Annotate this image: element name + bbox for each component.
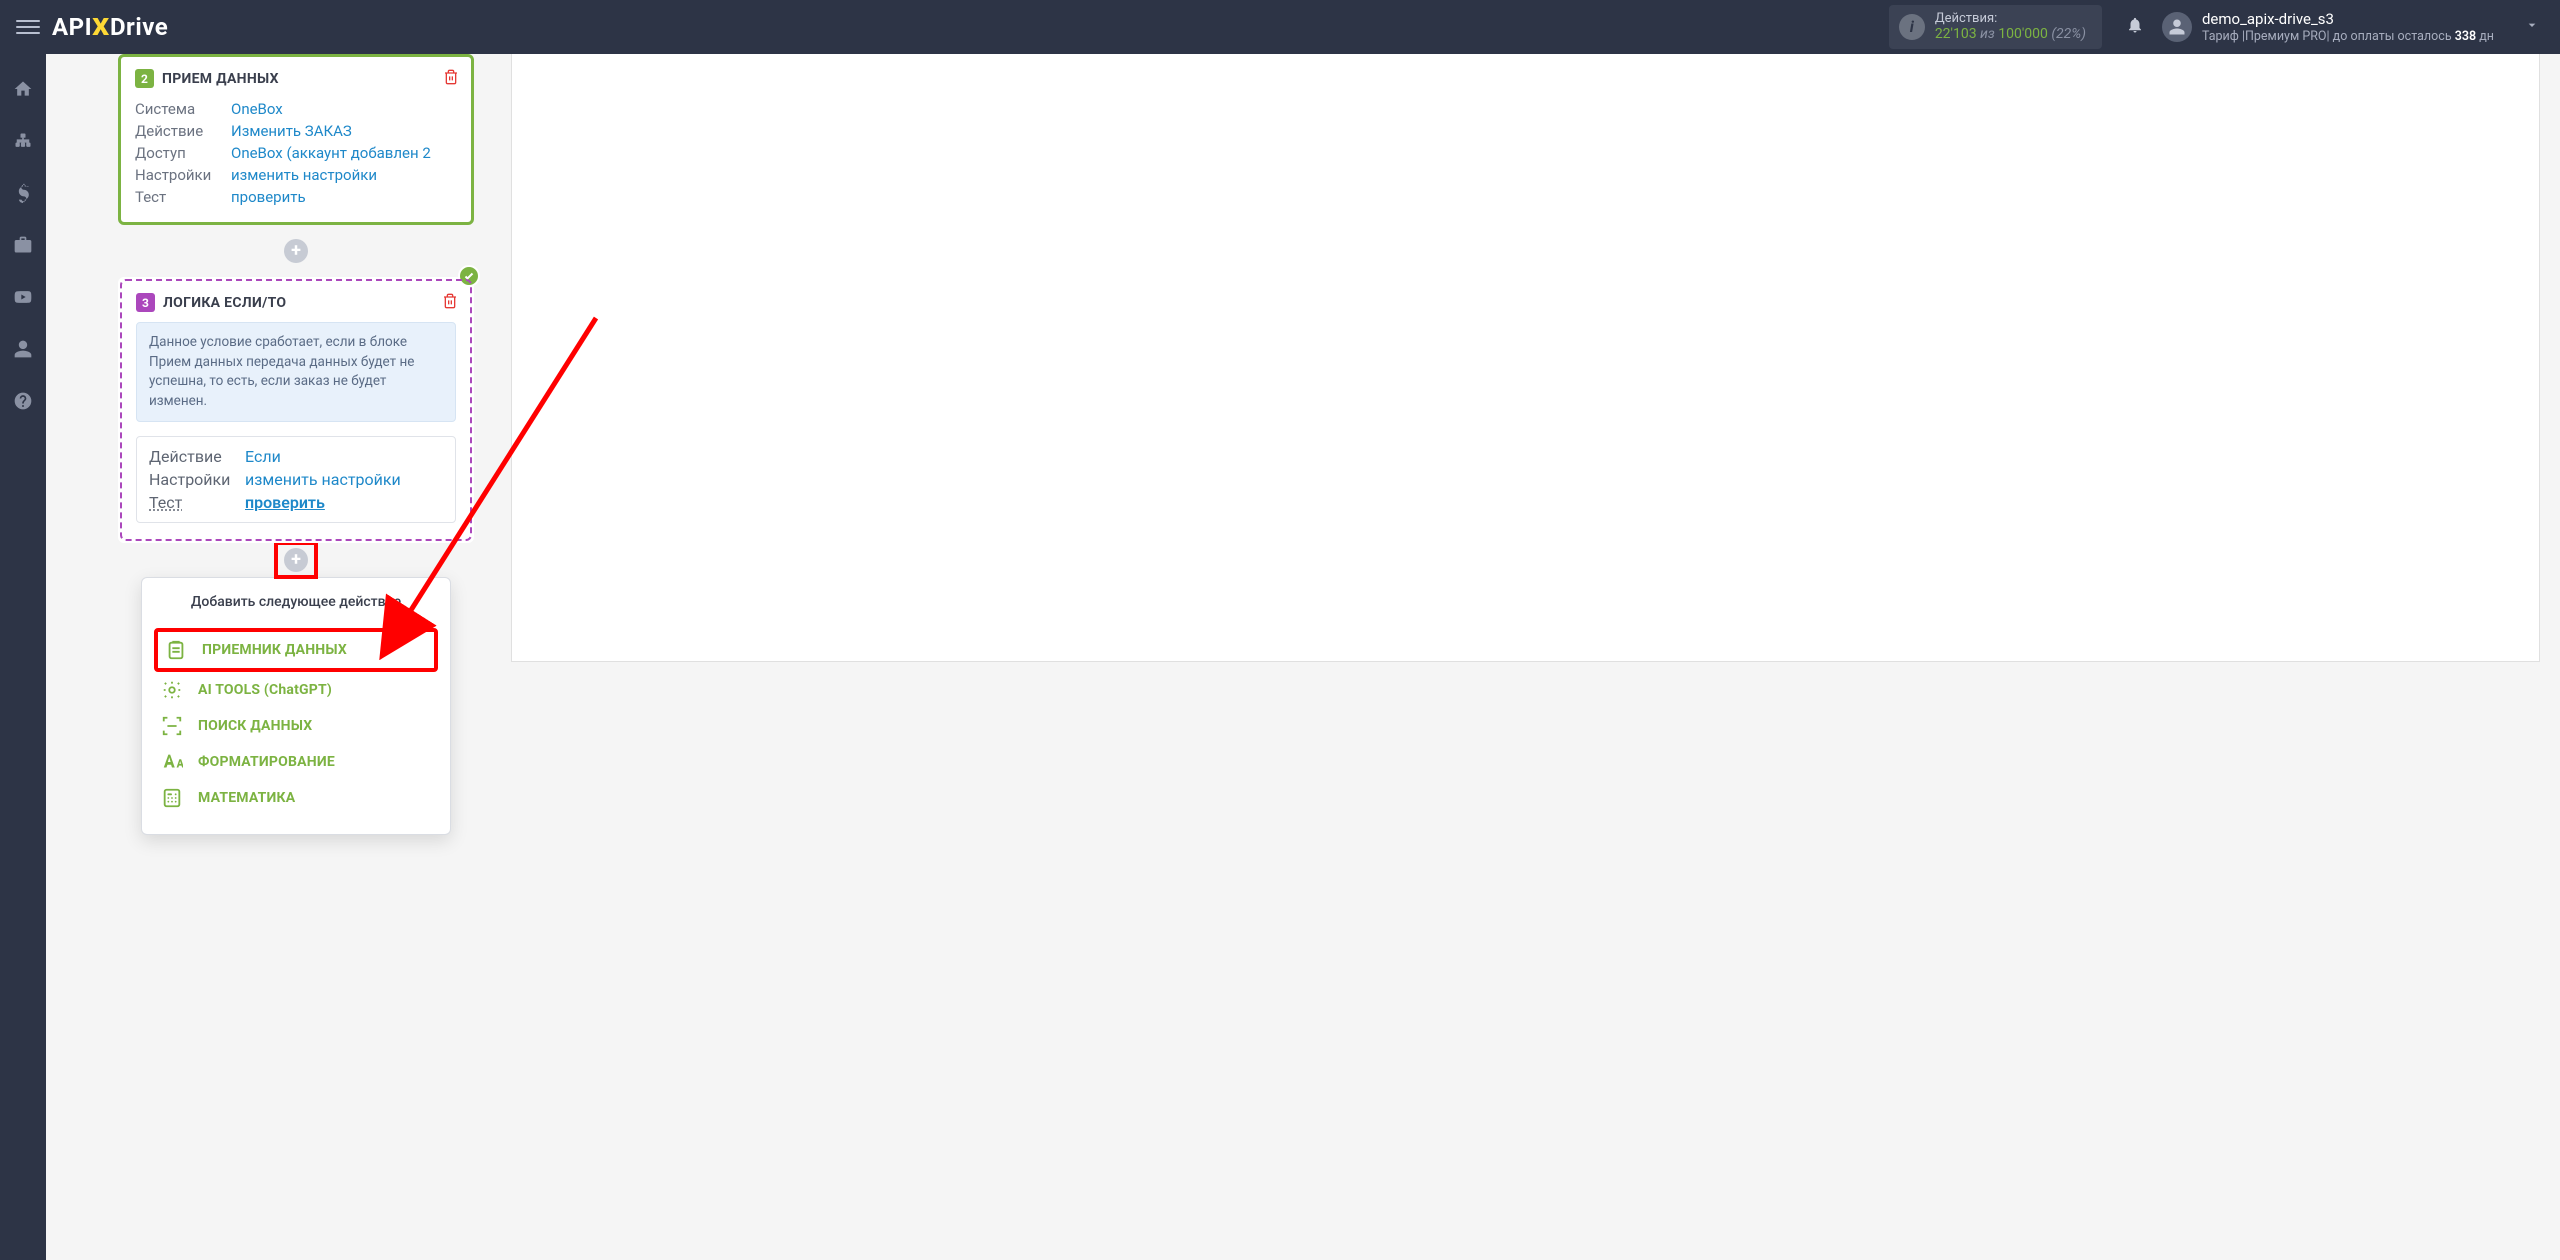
trash-icon[interactable] [443, 69, 459, 89]
row-test: Тест проверить [135, 186, 457, 208]
actions-usage-pill[interactable]: i Действия: 22'103 из 100'000 (22%) [1889, 5, 2102, 49]
value-test[interactable]: проверить [231, 188, 457, 206]
label-access: Доступ [135, 144, 221, 162]
add-step-icon[interactable]: + [284, 239, 308, 263]
label-settings: Настройки [149, 470, 235, 489]
dropdown-item-math[interactable]: МАТЕМАТИКА [154, 780, 438, 816]
left-rail [0, 54, 46, 1260]
step3-description: Данное условие сработает, если в блоке П… [136, 322, 456, 422]
dropdown-item-search[interactable]: ПОИСК ДАННЫХ [154, 708, 438, 744]
dropdown-label: ФОРМАТИРОВАНИЕ [198, 754, 335, 770]
add-action-dropdown: Добавить следующее действие ПРИЕМНИК ДАН… [141, 577, 451, 835]
label-test: Тест [149, 493, 235, 512]
info-icon: i [1899, 14, 1925, 40]
dropdown-item-format[interactable]: ФОРМАТИРОВАНИЕ [154, 744, 438, 780]
label-action: Действие [135, 122, 221, 140]
youtube-icon[interactable] [8, 282, 38, 312]
logo-drive: Drive [110, 13, 168, 41]
value-system[interactable]: OneBox [231, 100, 457, 118]
chevron-down-icon[interactable] [2524, 17, 2540, 37]
scan-icon [160, 714, 184, 738]
dropdown-label: ПРИЕМНИК ДАННЫХ [202, 642, 347, 658]
label-system: Система [135, 100, 221, 118]
step-number-badge: 3 [136, 293, 155, 312]
hamburger-menu-icon[interactable] [16, 15, 40, 39]
actions-label: Действия: [1935, 11, 2086, 27]
label-test: Тест [135, 188, 221, 206]
clipboard-icon [164, 638, 188, 662]
home-icon[interactable] [8, 74, 38, 104]
label-action: Действие [149, 447, 235, 466]
gear-brain-icon [160, 678, 184, 702]
bell-icon[interactable] [2126, 16, 2144, 38]
add-step-icon[interactable]: + [284, 548, 308, 572]
actions-used: 22'103 [1935, 26, 1977, 42]
card-title: ПРИЕМ ДАННЫХ [162, 71, 279, 87]
text-size-icon [160, 750, 184, 774]
dropdown-item-ai[interactable]: AI TOOLS (ChatGPT) [154, 672, 438, 708]
sitemap-icon[interactable] [8, 126, 38, 156]
card-step-2: 2 ПРИЕМ ДАННЫХ Система OneBox Действие И… [118, 54, 474, 225]
right-content-panel [511, 54, 2540, 662]
label-settings: Настройки [135, 166, 221, 184]
row-action: Действие Если [149, 445, 443, 468]
top-navbar: APIXDrive i Действия: 22'103 из 100'000 … [0, 0, 2560, 54]
value-settings[interactable]: изменить настройки [245, 470, 443, 489]
dollar-icon[interactable] [8, 178, 38, 208]
value-access[interactable]: OneBox (аккаунт добавлен 2 [231, 144, 457, 162]
user-menu[interactable]: demo_apix-drive_s3 Тариф |Премиум PRO| д… [2162, 10, 2540, 44]
dropdown-title: Добавить следующее действие [154, 594, 438, 610]
value-settings[interactable]: изменить настройки [231, 166, 457, 184]
value-test[interactable]: проверить [245, 493, 443, 512]
row-action: Действие Изменить ЗАКАЗ [135, 120, 457, 142]
dropdown-item-receiver[interactable]: ПРИЕМНИК ДАННЫХ [154, 628, 438, 672]
brand-logo[interactable]: APIXDrive [52, 13, 168, 41]
row-test: Тест проверить [149, 491, 443, 514]
row-system: Система OneBox [135, 98, 457, 120]
value-action[interactable]: Если [245, 447, 443, 466]
user-name: demo_apix-drive_s3 [2202, 10, 2494, 29]
logo-x: X [92, 13, 109, 41]
trash-icon[interactable] [442, 293, 458, 313]
row-settings: Настройки изменить настройки [135, 164, 457, 186]
actions-of: из [1977, 26, 1999, 42]
help-icon[interactable] [8, 386, 38, 416]
actions-total: 100'000 [1998, 26, 2048, 42]
calculator-icon [160, 786, 184, 810]
user-icon[interactable] [8, 334, 38, 364]
briefcase-icon[interactable] [8, 230, 38, 260]
row-access: Доступ OneBox (аккаунт добавлен 2 [135, 142, 457, 164]
avatar-icon [2162, 12, 2192, 42]
user-tariff: Тариф |Премиум PRO| до оплаты осталось 3… [2202, 29, 2494, 45]
dropdown-label: ПОИСК ДАННЫХ [198, 718, 312, 734]
card-title: ЛОГИКА ЕСЛИ/ТО [163, 295, 286, 311]
value-action[interactable]: Изменить ЗАКАЗ [231, 122, 457, 140]
logo-api: API [52, 13, 92, 41]
dropdown-label: МАТЕМАТИКА [198, 790, 295, 806]
actions-percent: (22%) [2051, 26, 2086, 42]
row-settings: Настройки изменить настройки [149, 468, 443, 491]
dropdown-label: AI TOOLS (ChatGPT) [198, 682, 332, 698]
card-step-3: 3 ЛОГИКА ЕСЛИ/ТО Данное условие сработае… [118, 277, 474, 543]
highlight-add-button: + [274, 541, 318, 579]
step-number-badge: 2 [135, 69, 154, 88]
